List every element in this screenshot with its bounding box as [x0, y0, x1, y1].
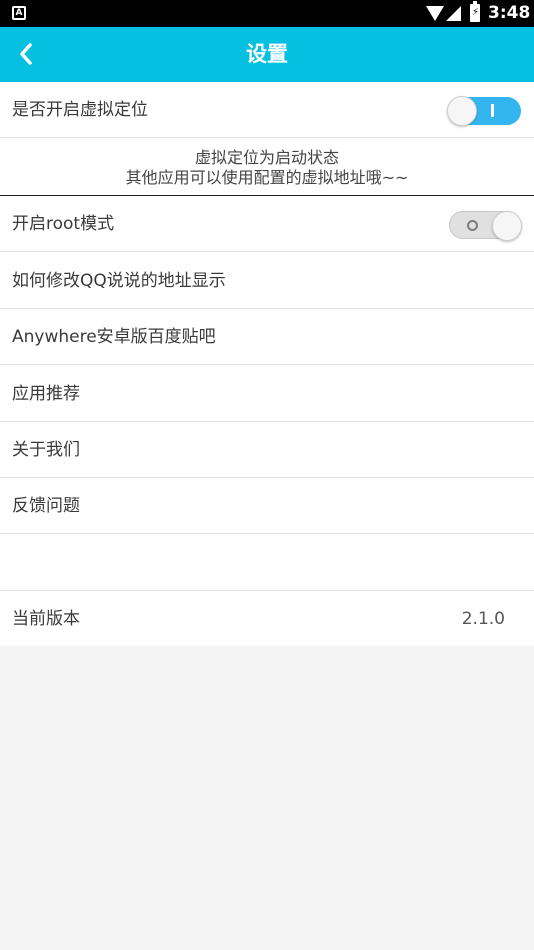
signal-icon	[446, 6, 461, 21]
virtual-location-toggle[interactable]	[447, 96, 521, 126]
version-label: 当前版本	[12, 609, 80, 629]
page-title: 设置	[246, 42, 288, 66]
list-item-about[interactable]: 关于我们	[0, 422, 534, 478]
virtual-location-row: 是否开启虚拟定位	[0, 82, 534, 138]
app-bar: 设置	[0, 27, 534, 82]
wifi-icon	[426, 6, 444, 21]
list-item-label: 如何修改QQ说说的地址显示	[12, 271, 226, 291]
root-mode-row: 开启root模式	[0, 196, 534, 252]
status-info-line1: 虚拟定位为启动状态	[194, 148, 339, 167]
root-mode-label: 开启root模式	[12, 214, 115, 234]
version-row: 当前版本 2.1.0	[0, 591, 534, 647]
list-item-tieba[interactable]: Anywhere安卓版百度贴吧	[0, 309, 534, 365]
settings-list: 是否开启虚拟定位 虚拟定位为启动状态 其他应用可以使用配置的虚拟地址哦~~ 开启…	[0, 82, 534, 646]
list-item-label: 关于我们	[12, 440, 80, 460]
battery-icon: ⚡	[470, 1, 480, 22]
list-item-label: 反馈问题	[12, 496, 80, 516]
virtual-location-label: 是否开启虚拟定位	[12, 100, 148, 120]
toggle-on-icon	[491, 104, 494, 117]
status-bar: A ⚡ 3:48	[0, 0, 534, 27]
status-time: 3:48	[488, 3, 531, 23]
notification-icon: A	[12, 6, 26, 20]
toggle-knob	[447, 96, 477, 126]
version-value: 2.1.0	[461, 609, 505, 629]
list-item-feedback[interactable]: 反馈问题	[0, 478, 534, 534]
status-info-line2: 其他应用可以使用配置的虚拟地址哦~~	[125, 168, 409, 187]
list-item-app-recommend[interactable]: 应用推荐	[0, 366, 534, 422]
list-item-label: 应用推荐	[12, 384, 80, 404]
status-info: 虚拟定位为启动状态 其他应用可以使用配置的虚拟地址哦~~	[0, 140, 534, 196]
list-spacer	[0, 535, 534, 591]
toggle-knob	[492, 211, 522, 241]
toggle-off-icon	[467, 220, 478, 231]
list-item-label: Anywhere安卓版百度贴吧	[12, 327, 216, 347]
list-item-qq-address[interactable]: 如何修改QQ说说的地址显示	[0, 253, 534, 309]
root-mode-toggle[interactable]	[449, 211, 522, 241]
